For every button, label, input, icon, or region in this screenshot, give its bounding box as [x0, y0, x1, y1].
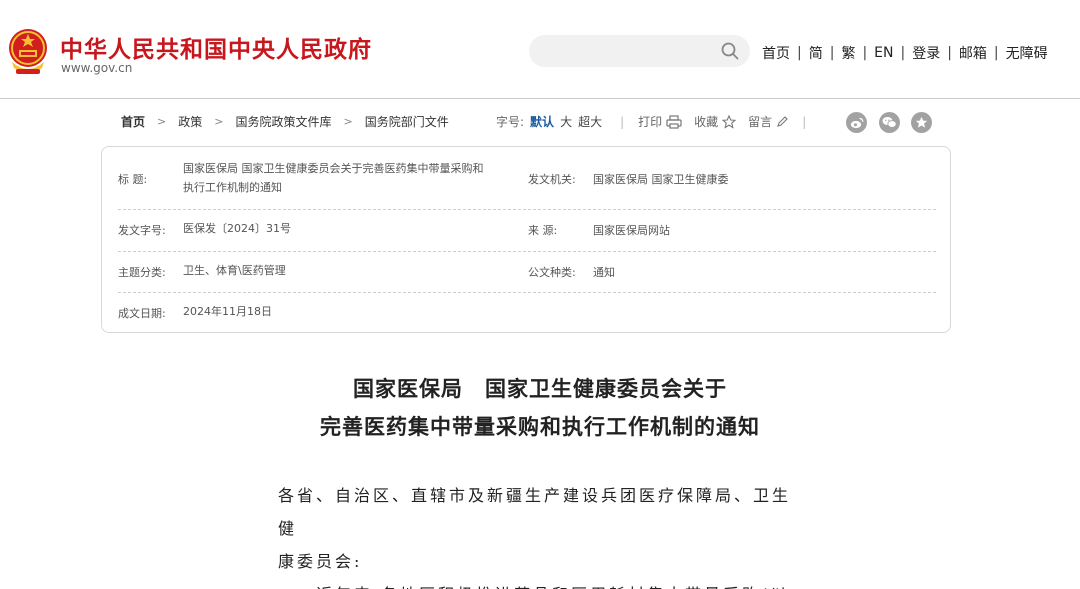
national-emblem-icon[interactable] — [6, 26, 50, 76]
meta-date-label: 成文日期: — [118, 307, 166, 320]
nav-simplified[interactable]: 简 — [809, 43, 823, 63]
print-icon — [666, 114, 682, 129]
wechat-icon — [882, 117, 897, 128]
nav-separator: | — [797, 45, 802, 61]
meta-title-value: 国家医保局 国家卫生健康委员会关于完善医药集中带量采购和 执行工作机制的通知 — [183, 159, 528, 197]
chevron-right-icon: > — [214, 115, 224, 128]
breadcrumb-department-docs[interactable]: 国务院部门文件 — [365, 113, 449, 130]
meta-docno-value: 医保发〔2024〕31号 — [183, 222, 291, 235]
font-size-large[interactable]: 大 — [560, 113, 572, 130]
comment-button[interactable]: 留言 — [748, 113, 788, 130]
meta-docno-label: 发文字号: — [118, 224, 166, 237]
article-tools: 字号: 默认 大 超大 | 打印 收藏 留言 | — [496, 113, 820, 130]
nav-accessibility[interactable]: 无障碍 — [1006, 43, 1048, 63]
font-size-label: 字号: — [496, 115, 525, 129]
nav-login[interactable]: 登录 — [912, 43, 940, 63]
nav-traditional[interactable]: 繁 — [841, 43, 855, 63]
meta-source-value: 国家医保局网站 — [593, 224, 670, 237]
paragraph-line: 近年来,各地区积极推进药品和医用耗材集中带量采购(以 — [278, 578, 798, 589]
meta-source-label: 来 源: — [528, 224, 558, 237]
search-icon[interactable] — [720, 41, 740, 61]
tools-divider: | — [620, 114, 625, 129]
comment-label: 留言 — [748, 115, 773, 129]
pencil-icon — [777, 115, 788, 127]
nav-mail[interactable]: 邮箱 — [959, 43, 987, 63]
favorite-button[interactable]: 收藏 — [694, 113, 737, 130]
breadcrumb-policy[interactable]: 政策 — [178, 113, 202, 130]
print-label: 打印 — [638, 115, 663, 129]
document-title-line: 国家医保局 国家卫生健康委员会关于 — [353, 376, 727, 401]
document-title-line: 完善医药集中带量采购和执行工作机制的通知 — [320, 414, 760, 439]
nav-home[interactable]: 首页 — [762, 43, 790, 63]
weibo-icon — [850, 117, 863, 128]
site-header: 中华人民共和国中央人民政府 www.gov.cn 首页 | 简 | 繁 | EN… — [0, 0, 1080, 99]
meta-row-title: 标 题: 国家医保局 国家卫生健康委员会关于完善医药集中带量采购和 执行工作机制… — [118, 159, 936, 210]
bookmark-star-icon — [915, 116, 928, 128]
meta-category-label: 主题分类: — [118, 266, 166, 279]
star-icon — [722, 114, 737, 129]
breadcrumb-policy-library[interactable]: 国务院政策文件库 — [235, 113, 331, 130]
recipient-line: 各省、自治区、直辖市及新疆生产建设兵团医疗保障局、卫生健 — [278, 486, 792, 538]
meta-title-line: 执行工作机制的通知 — [183, 181, 282, 194]
recipient-line: 康委员会: — [278, 552, 363, 571]
document-metadata: 标 题: 国家医保局 国家卫生健康委员会关于完善医药集中带量采购和 执行工作机制… — [101, 146, 951, 333]
search-input[interactable] — [529, 35, 750, 67]
meta-title-label: 标 题: — [118, 173, 148, 186]
meta-doctype-value: 通知 — [593, 266, 615, 279]
print-button[interactable]: 打印 — [638, 113, 682, 130]
share-weibo-button[interactable] — [846, 112, 867, 133]
top-nav: 首页 | 简 | 繁 | EN | 登录 | 邮箱 | 无障碍 — [762, 43, 1048, 63]
nav-separator: | — [900, 45, 906, 61]
meta-title-line: 国家医保局 国家卫生健康委员会关于完善医药集中带量采购和 — [183, 162, 484, 175]
favorite-label: 收藏 — [694, 115, 719, 129]
meta-category-value: 卫生、体育\医药管理 — [183, 264, 286, 277]
chevron-right-icon: > — [343, 115, 353, 128]
article-body: 各省、自治区、直辖市及新疆生产建设兵团医疗保障局、卫生健 康委员会: 近年来,各… — [278, 479, 798, 589]
meta-issuer-label: 发文机关: — [528, 173, 576, 186]
meta-issuer-value: 国家医保局 国家卫生健康委 — [593, 173, 729, 186]
font-size-xlarge[interactable]: 超大 — [578, 113, 602, 130]
meta-date-value: 2024年11月18日 — [183, 305, 272, 318]
meta-row-docno: 发文字号: 医保发〔2024〕31号 来 源: 国家医保局网站 — [118, 210, 936, 252]
font-size-default[interactable]: 默认 — [530, 113, 554, 130]
nav-separator: | — [829, 45, 835, 61]
meta-row-category: 主题分类: 卫生、体育\医药管理 公文种类: 通知 — [118, 252, 936, 293]
meta-row-date: 成文日期: 2024年11月18日 — [118, 293, 936, 329]
site-url: www.gov.cn — [61, 61, 133, 75]
chevron-right-icon: > — [157, 115, 167, 128]
tools-divider: | — [802, 114, 807, 129]
nav-separator: | — [947, 45, 952, 61]
meta-doctype-label: 公文种类: — [528, 266, 576, 279]
site-title[interactable]: 中华人民共和国中央人民政府 — [60, 30, 372, 64]
nav-separator: | — [862, 45, 868, 61]
breadcrumb-home[interactable]: 首页 — [121, 113, 145, 130]
share-favorite-button[interactable] — [911, 112, 932, 133]
share-wechat-button[interactable] — [879, 112, 900, 133]
nav-english[interactable]: EN — [874, 45, 893, 61]
nav-separator: | — [993, 45, 999, 61]
breadcrumb: 首页 > 政策 > 国务院政策文件库 > 国务院部门文件 — [121, 113, 449, 130]
